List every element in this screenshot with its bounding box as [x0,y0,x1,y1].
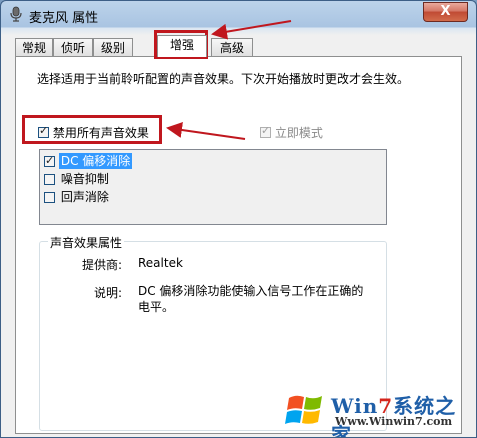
annotation-box-checkbox [22,115,162,144]
close-button[interactable]: X [423,2,468,22]
tab-advanced[interactable]: 高级 [211,38,253,56]
window-title: 麦克风 属性 [29,11,99,26]
list-item[interactable]: 噪音抑制 [44,171,111,187]
group-title: 声音效果属性 [48,234,125,251]
effects-list[interactable]: DC 偏移消除 噪音抑制 回声消除 [39,149,387,225]
provider-value: Realtek [138,256,183,270]
list-item[interactable]: 回声消除 [44,189,111,205]
watermark-url: Www.Winwin7.com [335,415,453,428]
description-label: 说明: [93,286,122,300]
microphone-icon [10,6,22,22]
windows-logo-icon [285,395,322,424]
tab-listen[interactable]: 侦听 [53,38,93,56]
description-value: DC 偏移消除功能使输入信号工作在正确的电平。 [138,284,364,314]
properties-window: 麦克风 属性 X 常规 侦听 级别 增强 高级 选择适用于当前聆听配置的声音效果… [0,0,477,438]
checkbox-unchecked-icon[interactable] [44,192,55,203]
tab-general[interactable]: 常规 [15,38,53,56]
checkbox-checked-icon[interactable] [44,153,55,169]
immediate-mode-label: 立即模式 [274,126,323,140]
effect-label: 回声消除 [60,190,109,204]
panel-description: 选择适用于当前聆听配置的声音效果。下次开始播放时更改才会生效。 [37,72,410,86]
provider-label: 提供商: [81,258,122,272]
tab-levels[interactable]: 级别 [93,38,133,56]
effect-label: DC 偏移消除 [58,153,133,169]
watermark: Win7系统之家 Www.Winwin7.com [283,386,473,437]
tab-panel-enhancements: 选择适用于当前聆听配置的声音效果。下次开始播放时更改才会生效。 禁用所有声音效果… [15,56,462,434]
title-bar[interactable]: 麦克风 属性 X [1,1,476,28]
watermark-title: Win7系统之家 [331,394,457,438]
checkbox-disabled-checked-icon [260,124,271,138]
tab-enhancements[interactable]: 增强 [157,35,207,57]
list-item[interactable]: DC 偏移消除 [44,153,133,169]
immediate-mode-checkbox[interactable]: 立即模式 [260,124,323,141]
checkbox-unchecked-icon[interactable] [44,174,55,185]
effect-label: 噪音抑制 [60,172,109,186]
